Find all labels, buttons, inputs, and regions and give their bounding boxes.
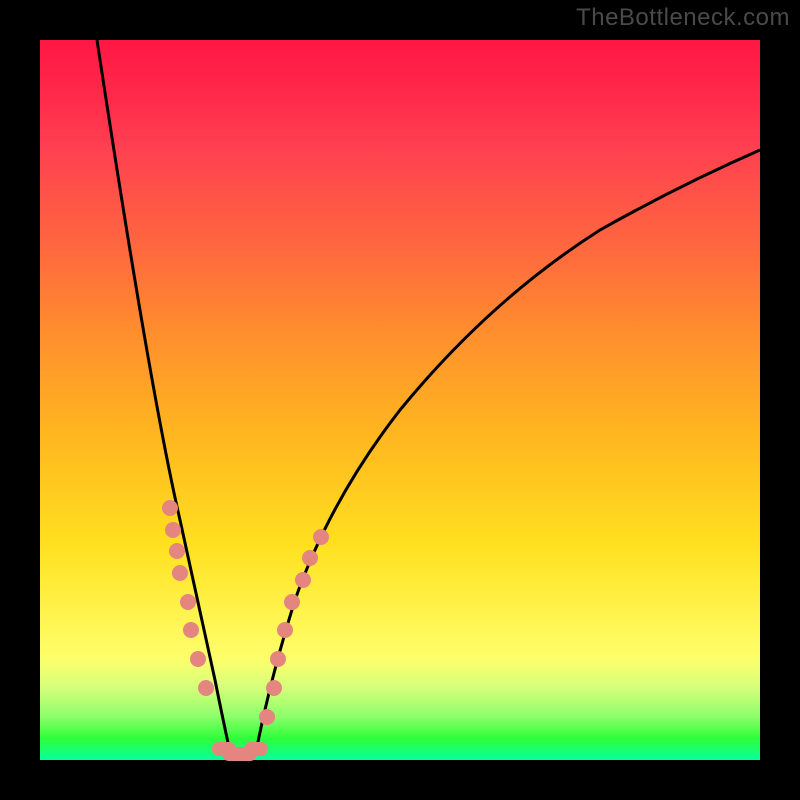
data-marker	[284, 594, 300, 610]
data-marker	[259, 709, 275, 725]
data-marker	[165, 522, 181, 538]
data-marker	[198, 680, 214, 696]
data-marker	[162, 500, 178, 516]
data-marker	[172, 565, 188, 581]
data-marker	[313, 529, 329, 545]
data-marker	[266, 680, 282, 696]
data-marker	[295, 572, 311, 588]
data-marker	[183, 622, 199, 638]
chart-canvas: TheBottleneck.com	[0, 0, 800, 800]
data-marker	[190, 651, 206, 667]
left-curve	[97, 40, 230, 752]
watermark-text: TheBottleneck.com	[576, 4, 790, 32]
right-curve	[256, 150, 760, 752]
data-marker	[244, 742, 268, 756]
data-marker	[302, 550, 318, 566]
data-marker	[270, 651, 286, 667]
data-marker	[180, 594, 196, 610]
plot-area	[40, 40, 760, 760]
data-marker	[277, 622, 293, 638]
data-marker	[169, 543, 185, 559]
curve-layer	[40, 40, 760, 760]
